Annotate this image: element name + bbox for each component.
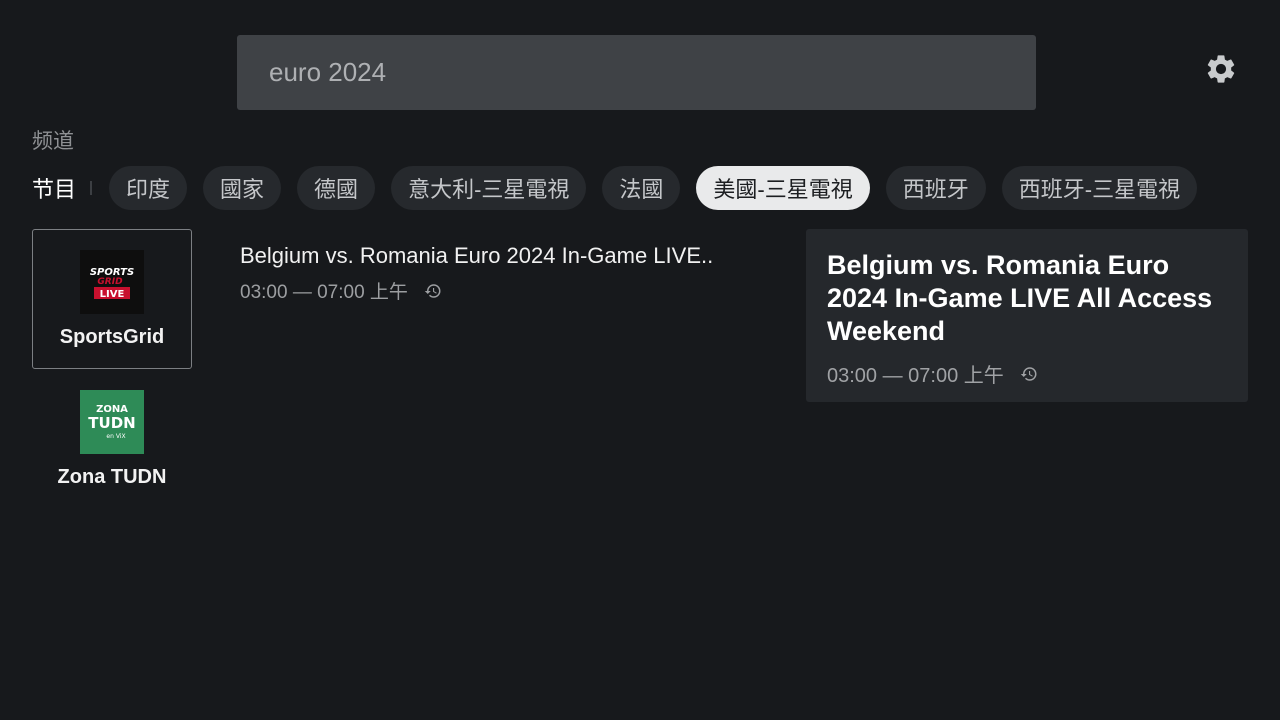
channels-section-label: 频道 bbox=[32, 130, 74, 153]
detail-time-row: 03:00 — 07:00 上午 bbox=[827, 359, 1226, 388]
program-detail-card: Belgium vs. Romania Euro 2024 In-Game LI… bbox=[806, 229, 1248, 402]
filter-chip[interactable]: 國家 bbox=[203, 166, 282, 210]
filter-chip-label: 法國 bbox=[619, 177, 664, 202]
history-icon bbox=[1020, 366, 1037, 381]
channel-name: SportsGrid bbox=[59, 326, 165, 348]
filter-programs[interactable]: 节目 bbox=[32, 172, 76, 204]
filter-chip[interactable]: 意大利-三星電視 bbox=[391, 166, 587, 210]
filter-chip-label: 西班牙 bbox=[902, 177, 969, 202]
app-screen: euro 2024 频道 节目 印度 國家 德國 意大利-三星電視 法國 美國-… bbox=[0, 0, 1280, 720]
filter-chip-label: 西班牙-三星電視 bbox=[1018, 177, 1181, 202]
channel-name: Zona TUDN bbox=[57, 466, 167, 488]
history-icon bbox=[424, 283, 441, 298]
filter-chip[interactable]: 印度 bbox=[109, 166, 188, 210]
svg-text:GRID: GRID bbox=[97, 277, 123, 287]
search-input[interactable]: euro 2024 bbox=[237, 35, 1036, 110]
filter-chip-label: 印度 bbox=[126, 177, 171, 202]
filter-chip[interactable]: 德國 bbox=[297, 166, 376, 210]
filter-chip-row: 节目 印度 國家 德國 意大利-三星電視 法國 美國-三星電視 西班牙 西班牙-… bbox=[32, 166, 1280, 210]
detail-title: Belgium vs. Romania Euro 2024 In-Game LI… bbox=[827, 250, 1213, 346]
program-title: Belgium vs. Romania Euro 2024 In-Game LI… bbox=[240, 243, 714, 268]
channel-card-zona-tudn[interactable]: ZONA TUDN en ViX Zona TUDN bbox=[32, 369, 192, 509]
program-time-row: 03:00 — 07:00 上午 bbox=[240, 277, 760, 304]
filter-chip[interactable]: 法國 bbox=[602, 166, 681, 210]
sportsgrid-logo: SPORTS GRID LIVE bbox=[80, 250, 144, 314]
filter-chip-selected[interactable]: 美國-三星電視 bbox=[696, 166, 870, 210]
detail-time: 03:00 — 07:00 上午 bbox=[827, 365, 1004, 387]
svg-text:TUDN: TUDN bbox=[88, 414, 135, 432]
gear-icon[interactable] bbox=[1204, 52, 1238, 86]
filter-chip[interactable]: 西班牙 bbox=[885, 166, 986, 210]
program-time: 03:00 — 07:00 上午 bbox=[240, 282, 408, 303]
filter-chip-label: 國家 bbox=[220, 177, 265, 202]
filter-divider bbox=[90, 181, 93, 195]
filter-chip-label: 美國-三星電視 bbox=[713, 177, 853, 202]
search-query: euro 2024 bbox=[269, 57, 387, 87]
zona-tudn-logo: ZONA TUDN en ViX bbox=[80, 390, 144, 454]
svg-text:LIVE: LIVE bbox=[100, 289, 125, 300]
filter-chip-label: 德國 bbox=[314, 177, 359, 202]
program-item[interactable]: Belgium vs. Romania Euro 2024 In-Game LI… bbox=[240, 243, 760, 304]
filter-chip[interactable]: 西班牙-三星電視 bbox=[1001, 166, 1198, 210]
channel-card-sportsgrid[interactable]: SPORTS GRID LIVE SportsGrid bbox=[32, 229, 192, 369]
filter-chip-label: 意大利-三星電視 bbox=[408, 177, 570, 202]
svg-text:en ViX: en ViX bbox=[106, 433, 125, 440]
